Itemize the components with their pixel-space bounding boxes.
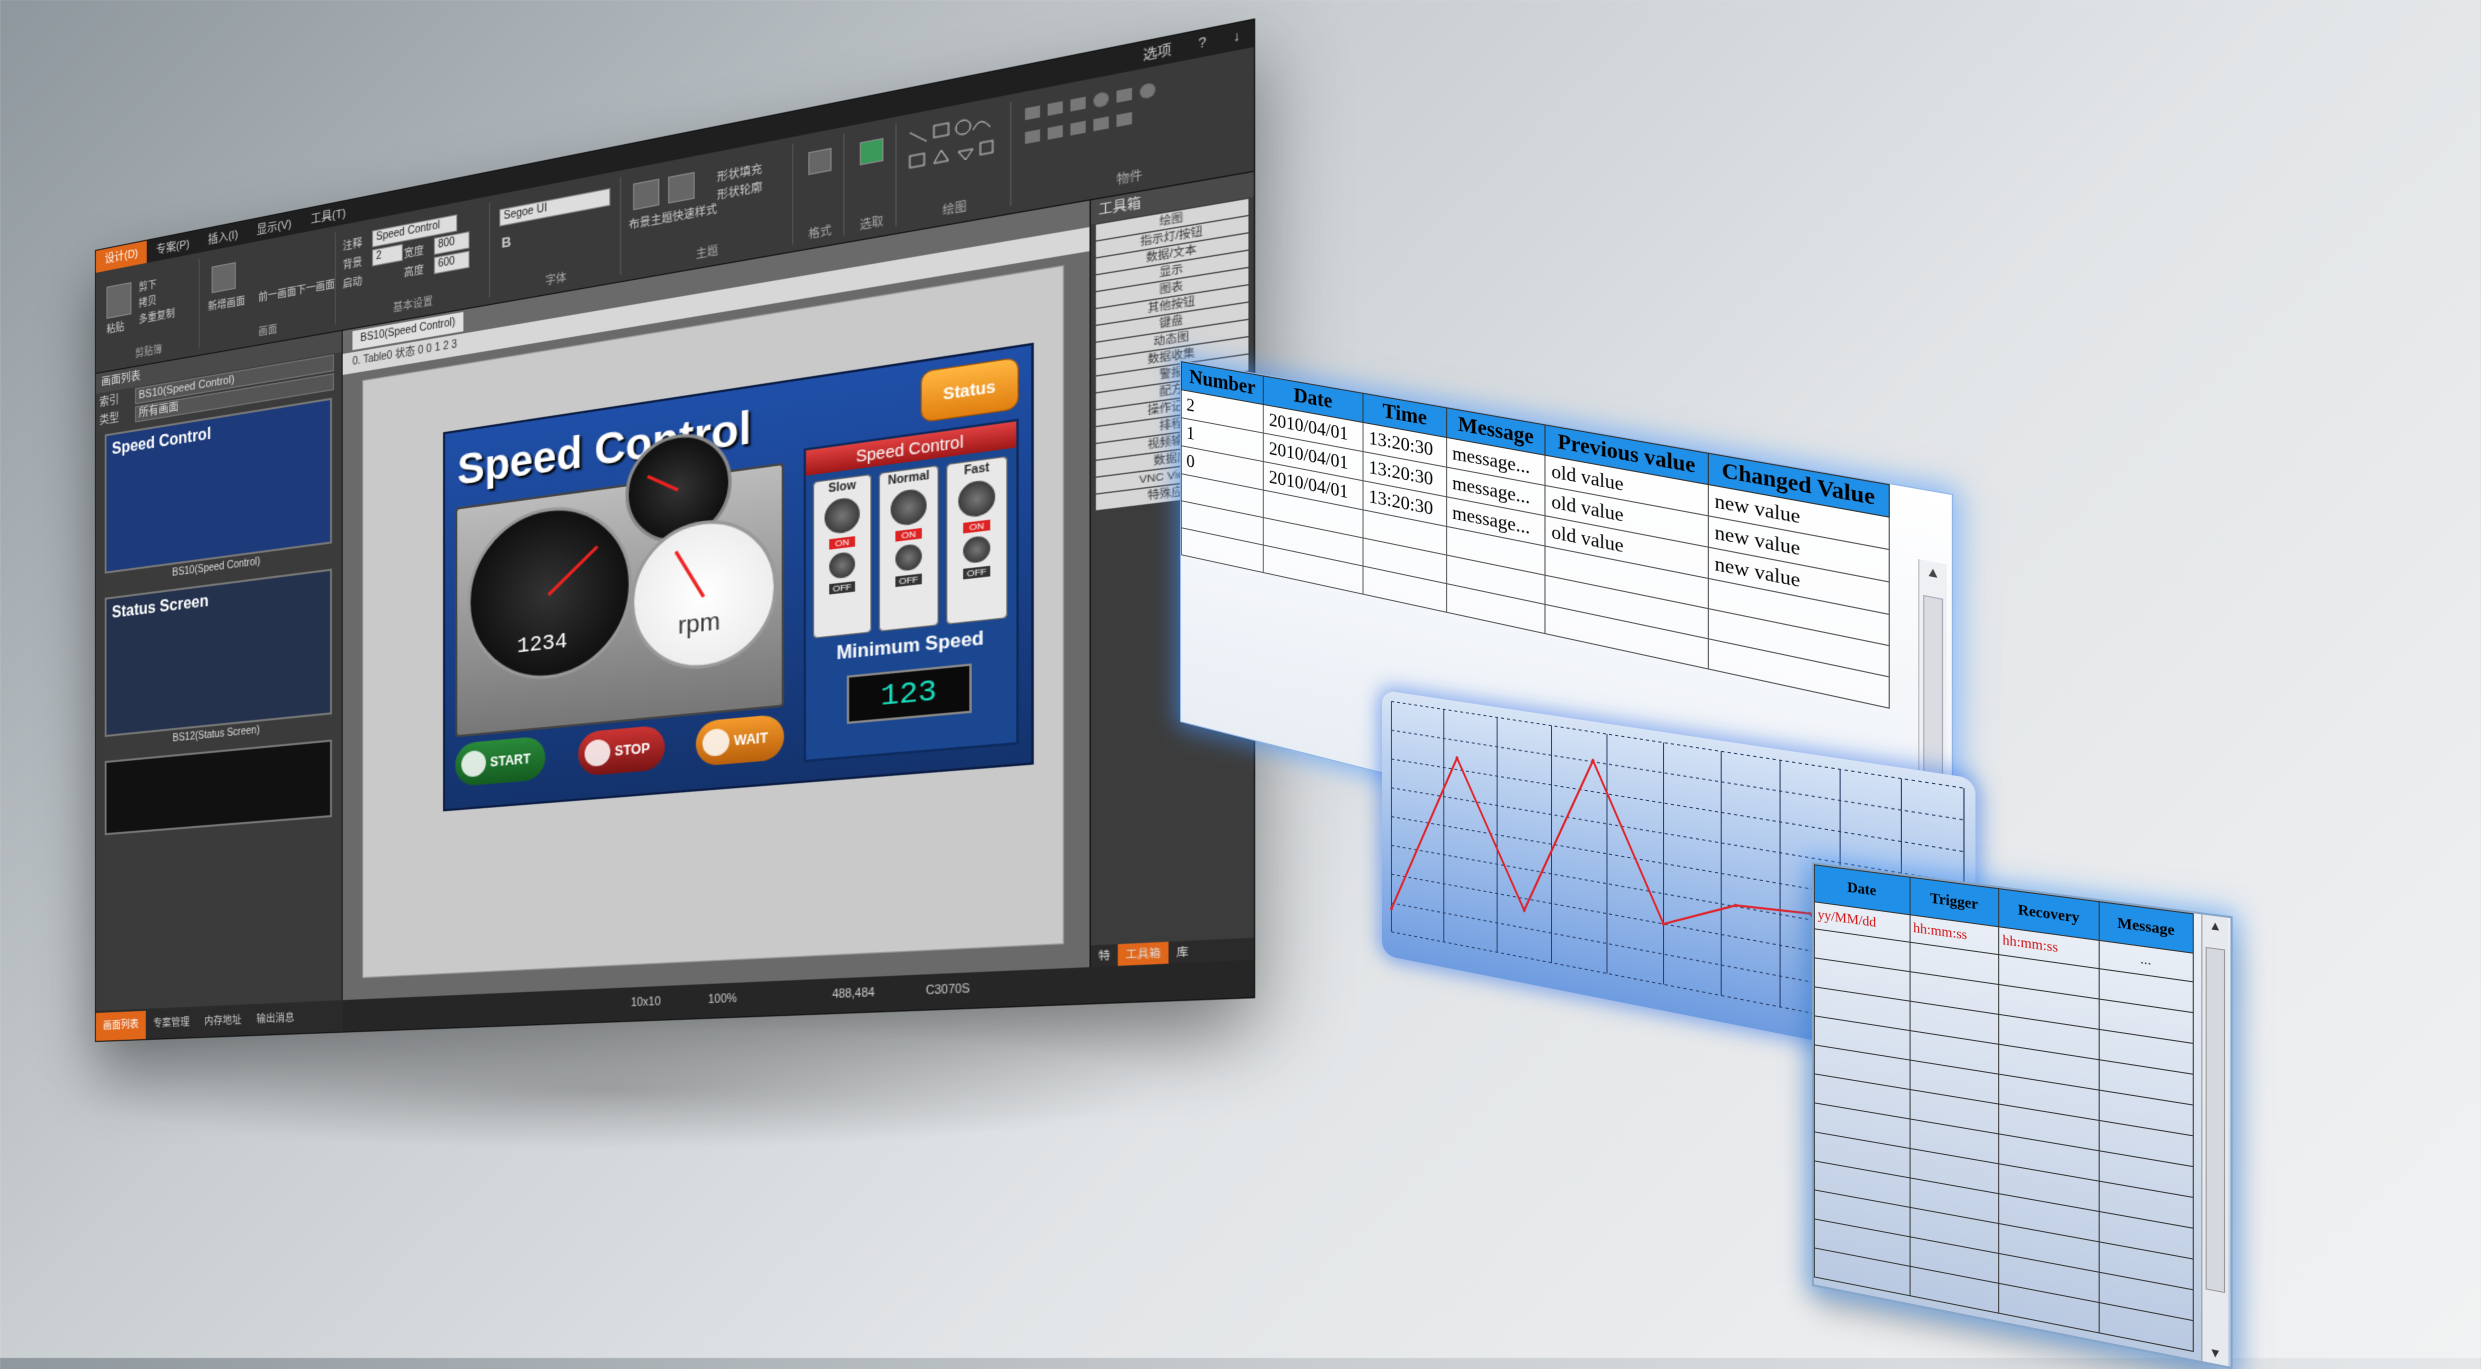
tab-library[interactable]: 库 — [1169, 940, 1197, 963]
tab-project-manager[interactable]: 专案管理 — [146, 1009, 197, 1040]
paste-icon[interactable] — [107, 282, 132, 319]
scroll-up-icon[interactable]: ▲ — [1919, 562, 1946, 585]
ribbon-group-basic: 注释 Speed Control 背景 2 宽度 800 启动 高度 600 基… — [339, 202, 490, 324]
knob-fast[interactable]: Fast ON OFF — [946, 456, 1008, 625]
knob-icon — [891, 488, 927, 528]
next-screen-button[interactable]: 下一画面 — [296, 274, 335, 297]
start-button[interactable]: START — [455, 736, 545, 787]
width-label: 宽度 — [404, 241, 424, 261]
tab-output-messages[interactable]: 输出消息 — [249, 1004, 302, 1035]
knob-icon — [958, 479, 995, 519]
startup-label: 启动 — [343, 272, 363, 291]
status-button[interactable]: Status — [921, 357, 1019, 423]
paste-label: 粘贴 — [107, 318, 125, 336]
scroll-up-icon[interactable]: ▲ — [2202, 917, 2228, 936]
format-icon[interactable] — [808, 148, 831, 175]
switch-icon — [829, 551, 855, 579]
new-screen-button[interactable]: 新增画面 — [208, 291, 245, 313]
on-indicator: ON — [963, 520, 990, 534]
stop-icon — [585, 738, 611, 767]
stop-button[interactable]: STOP — [578, 725, 665, 777]
group-label: 格式 — [797, 218, 844, 243]
prev-screen-button[interactable]: 前一画面 — [258, 282, 296, 305]
knob-normal[interactable]: Normal ON OFF — [879, 465, 939, 632]
pause-icon — [702, 728, 729, 757]
speed-gauge: 1234 — [467, 497, 632, 687]
design-canvas-area: BS10(Speed Control) 0. Table0 状态 0 0 1 2… — [343, 201, 1090, 1000]
theme-button[interactable]: 布景主题 — [629, 207, 673, 232]
draw-tools-icon[interactable] — [905, 108, 1003, 197]
group-label: 选取 — [848, 209, 895, 235]
background-label: 背景 — [343, 253, 363, 272]
tab-screen-list[interactable]: 画面列表 — [96, 1011, 146, 1041]
rpm-unit: rpm — [678, 607, 720, 641]
alarm-table-body: yy/MM/dd hh:mm:ss hh:mm:ss... — [1814, 902, 2193, 1352]
screen-thumb-status-screen[interactable]: Status Screen BS12(Status Screen) — [105, 569, 332, 737]
event-table: Number Date Time Message Previous value Chang… — [1181, 361, 1890, 709]
on-indicator: ON — [895, 528, 921, 542]
height-label: 高度 — [404, 260, 424, 280]
wait-button[interactable]: WAIT — [696, 714, 784, 767]
screen-thumb-speed-control[interactable]: Speed Control BS10(Speed Control) — [105, 398, 332, 574]
theme-icon[interactable] — [633, 179, 659, 211]
screen-list-panel: 画面列表 索引 BS10(Speed Control) 类型 所有画面 Spee… — [96, 331, 343, 1011]
tab-toolbox[interactable]: 工具箱 — [1118, 942, 1169, 966]
switch-icon — [895, 543, 921, 572]
ribbon-group-clipboard: 粘贴 剪下 拷贝 多重复制 剪贴簿 — [99, 259, 199, 366]
height-input[interactable]: 600 — [434, 251, 470, 275]
new-screen-icon[interactable] — [212, 262, 236, 293]
scroll-thumb[interactable] — [2206, 947, 2225, 1293]
knob-label: Slow — [814, 477, 870, 497]
quick-style-button[interactable]: 快速样式 — [673, 199, 718, 224]
play-icon — [461, 750, 486, 778]
knob-icon — [825, 496, 860, 535]
ribbon-group-screens: 新增画面 前一画面 下一画面 画面 — [202, 232, 335, 348]
thumb-title: Status Screen — [112, 593, 209, 623]
knob-label: Fast — [947, 460, 1006, 481]
knob-label: Normal — [880, 469, 938, 489]
alarm-history-panel: Date Trigger Recovery Message yy/MM/dd hh:mm… — [1812, 862, 2233, 1369]
font-select[interactable]: Segoe UI — [499, 188, 610, 227]
hmi-screen: Speed Control Status 1234 rpm Speed Cont… — [443, 343, 1034, 812]
cursor-coords: 488,484 — [832, 987, 875, 1001]
gauge-value: 1234 — [517, 629, 568, 660]
on-indicator: ON — [829, 536, 855, 550]
switch-icon — [963, 535, 990, 564]
tab-memory-address[interactable]: 内存地址 — [197, 1006, 249, 1037]
alarm-table: Date Trigger Recovery Message yy/MM/dd hh:mm… — [1814, 864, 2194, 1352]
select-pointer-icon[interactable] — [860, 138, 884, 166]
off-indicator: OFF — [963, 566, 990, 580]
off-indicator: OFF — [895, 574, 921, 587]
device-info: C3070S — [926, 983, 970, 998]
wait-label: WAIT — [734, 730, 768, 749]
grid-size-select[interactable]: 10x10 — [631, 996, 661, 1009]
stop-label: STOP — [615, 740, 650, 759]
gauge-panel: 1234 rpm — [455, 463, 784, 738]
ribbon-group-draw: 绘图 — [900, 101, 1011, 225]
knob-slow[interactable]: Slow ON OFF — [813, 474, 872, 639]
thumb-title: Speed Control — [112, 425, 211, 459]
screen-number-input[interactable]: 2 — [372, 244, 403, 267]
floor-shadow — [60, 1030, 1160, 1150]
speed-control-panel: Speed Control Slow ON OFF Normal ON OFF — [804, 419, 1019, 763]
bold-button[interactable]: B — [501, 233, 511, 251]
start-label: START — [490, 751, 531, 770]
alarm-scrollbar[interactable]: ▲ ▼ — [2201, 914, 2228, 1366]
ribbon-group-font: Segoe UI B 字体 — [493, 177, 621, 297]
zoom-select[interactable]: 100% — [708, 993, 737, 1007]
quick-style-icon[interactable] — [668, 172, 695, 204]
minimize-ribbon-icon[interactable]: ↓ — [1220, 26, 1254, 48]
hmi-editor-window: 设计(D) 专案(P) 插入(I) 显示(V) 工具(T) 选项 ? ↓ 粘贴 … — [95, 18, 1255, 1042]
off-indicator: OFF — [829, 581, 855, 594]
help-icon[interactable]: ? — [1185, 33, 1220, 55]
ribbon-group-select: 选取 — [848, 124, 897, 235]
document-page: Speed Control Status 1234 rpm Speed Cont… — [362, 265, 1064, 978]
comment-label: 注释 — [343, 234, 363, 254]
min-speed-display: 123 — [847, 663, 972, 724]
ribbon-group-format: 格式 — [797, 134, 845, 244]
screen-thumb-third[interactable] — [105, 739, 332, 835]
scroll-down-icon[interactable]: ▼ — [2202, 1343, 2228, 1364]
type-label: 类型 — [99, 406, 135, 428]
tab-properties[interactable]: 特 — [1091, 944, 1118, 967]
